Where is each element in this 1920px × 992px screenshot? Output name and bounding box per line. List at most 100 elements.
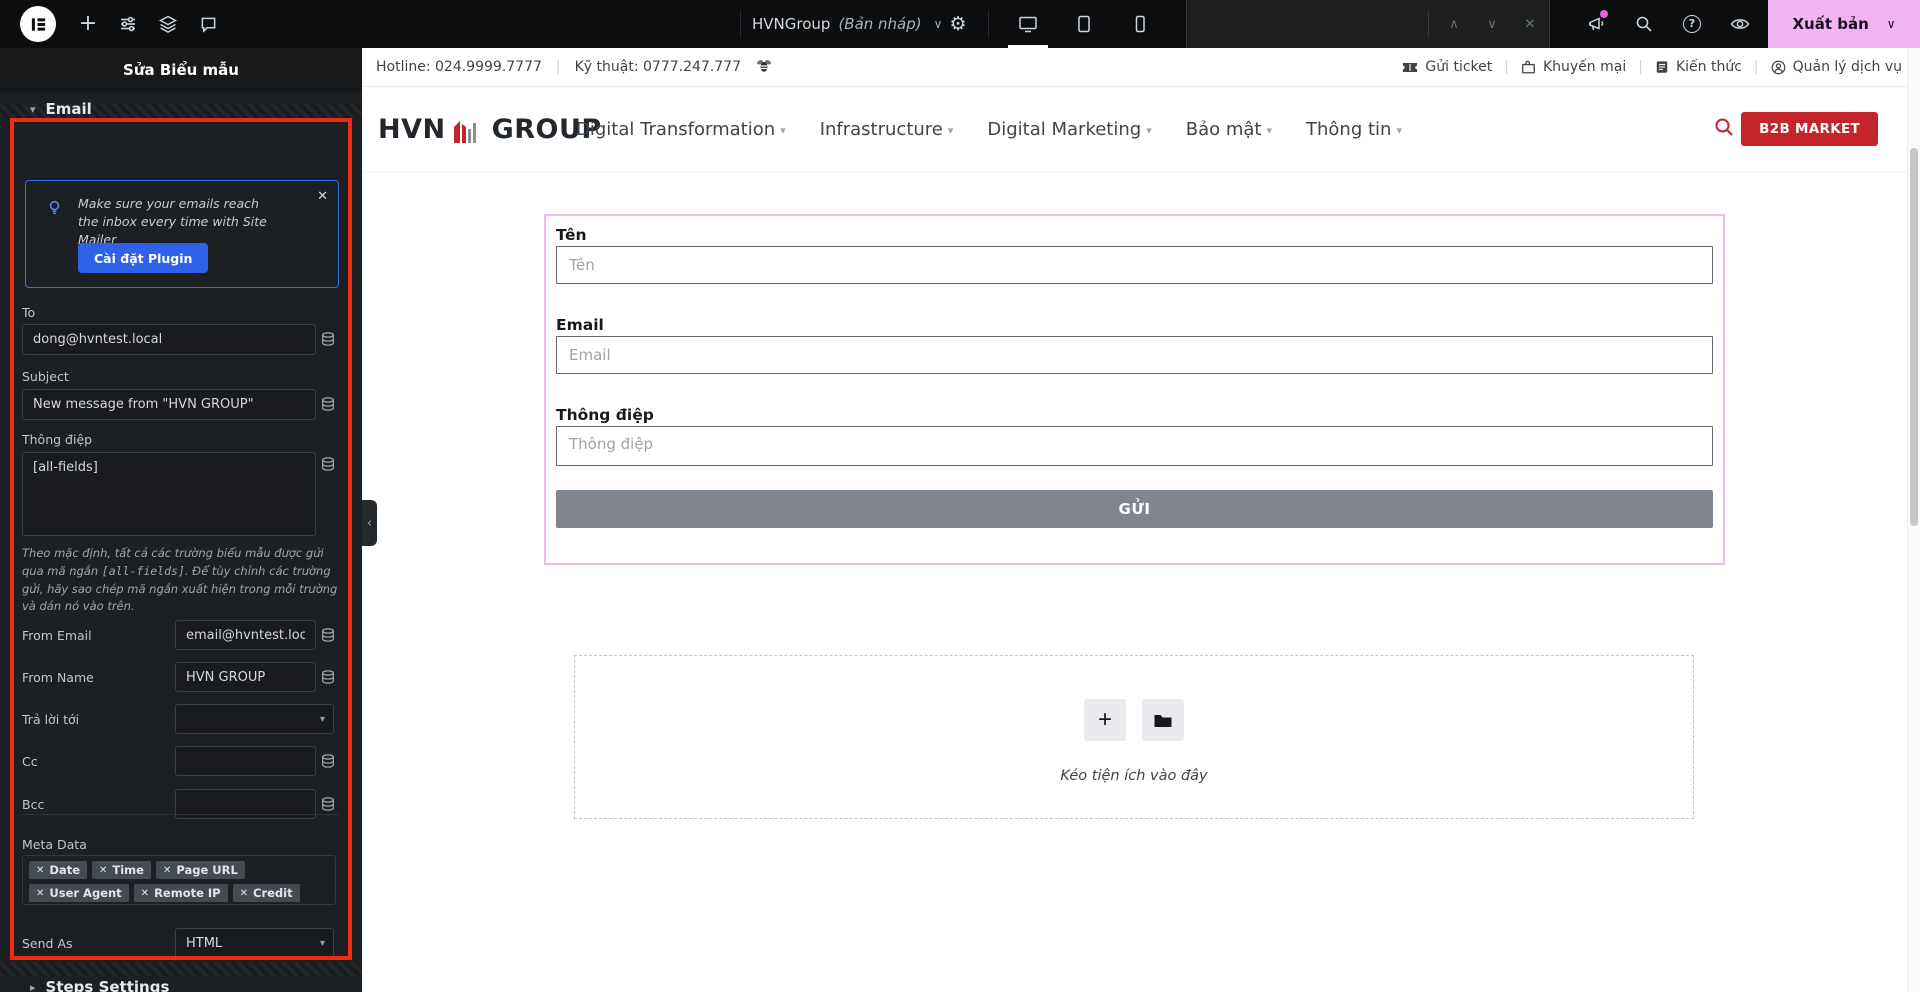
subject-input[interactable] bbox=[22, 389, 316, 420]
form-message-label: Thông điệp bbox=[556, 406, 654, 424]
link-send-ticket[interactable]: Gửi ticket bbox=[1402, 59, 1492, 75]
document-settings-button[interactable]: ⚙ bbox=[938, 0, 978, 48]
site-settings-button[interactable] bbox=[108, 0, 148, 48]
meta-tag[interactable]: ✕ Page URL bbox=[155, 861, 245, 879]
drop-hint-text: Kéo tiện ích vào đây bbox=[1060, 768, 1208, 784]
nav-item-info[interactable]: Thông tin ▾ bbox=[1306, 119, 1402, 140]
from-name-label: From Name bbox=[22, 670, 94, 685]
bee-icon bbox=[755, 57, 773, 77]
meta-tag[interactable]: ✕ Date bbox=[29, 861, 87, 879]
meta-data-tags[interactable]: ✕ Date ✕ Time ✕ Page URL ✕ User Agent ✕ Remot… bbox=[22, 855, 336, 905]
from-email-input[interactable] bbox=[175, 620, 316, 650]
main-nav: Digital Transformation ▾ Infrastructure ▾ … bbox=[576, 119, 1402, 140]
b2b-market-button[interactable]: B2B MARKET bbox=[1741, 112, 1878, 146]
link-promotions[interactable]: Khuyến mại bbox=[1521, 59, 1626, 75]
topbar-divider bbox=[988, 10, 989, 38]
chevron-down-icon: ▾ bbox=[780, 123, 786, 137]
meta-tag[interactable]: ✕ Time bbox=[92, 861, 151, 879]
link-knowledge[interactable]: Kiến thức bbox=[1655, 59, 1742, 75]
ticket-icon bbox=[1403, 62, 1418, 72]
document-status: (Bản nháp) bbox=[838, 15, 922, 33]
meta-tag[interactable]: ✕ Remote IP bbox=[133, 884, 228, 902]
dynamic-tags-icon[interactable] bbox=[320, 753, 336, 773]
divider: | bbox=[1504, 59, 1509, 75]
install-plugin-button[interactable]: Cài đặt Plugin bbox=[78, 243, 209, 273]
reply-to-select[interactable]: ▾ bbox=[175, 704, 334, 734]
layers-icon bbox=[159, 15, 177, 33]
close-icon: ✕ bbox=[1524, 16, 1536, 32]
section-steps-settings-header[interactable]: ▸ Steps Settings bbox=[30, 978, 169, 992]
help-button[interactable]: ? bbox=[1668, 0, 1716, 48]
site-header: HVN GROUP Digital Transformation ▾ Infras… bbox=[362, 87, 1920, 171]
chevron-down-icon: ∨ bbox=[1487, 16, 1497, 32]
form-message-textarea[interactable] bbox=[556, 426, 1713, 466]
remove-tag-icon[interactable]: ✕ bbox=[36, 888, 44, 899]
scrollbar-thumb[interactable] bbox=[1910, 148, 1918, 526]
form-email-label: Email bbox=[556, 316, 604, 334]
comment-icon bbox=[201, 17, 215, 33]
to-input[interactable] bbox=[22, 324, 316, 355]
template-library-button[interactable] bbox=[1142, 699, 1184, 741]
find-previous-button[interactable]: ∧ bbox=[1435, 17, 1473, 32]
caret-down-icon: ▾ bbox=[30, 102, 36, 116]
publish-button[interactable]: Xuất bản ∨ bbox=[1768, 0, 1920, 48]
message-label: Thông điệp bbox=[22, 432, 93, 447]
document-switcher[interactable]: HVNGroup (Bản nháp) ∨ bbox=[752, 0, 942, 48]
remove-tag-icon[interactable]: ✕ bbox=[141, 888, 149, 899]
message-textarea[interactable] bbox=[22, 452, 316, 536]
add-element-button[interactable]: + bbox=[68, 0, 108, 48]
from-name-input[interactable] bbox=[175, 662, 316, 692]
whats-new-button[interactable] bbox=[1572, 0, 1620, 48]
finder-search-button[interactable] bbox=[1620, 0, 1668, 48]
dynamic-tags-icon[interactable] bbox=[320, 396, 336, 416]
promo-close-icon[interactable]: ✕ bbox=[317, 189, 328, 204]
form-widget-selected[interactable]: Tên Email Thông điệp GỬI bbox=[544, 214, 1725, 565]
cc-input[interactable] bbox=[175, 746, 316, 776]
logo-chart-icon bbox=[453, 121, 476, 143]
dynamic-tags-icon[interactable] bbox=[320, 669, 336, 689]
send-as-select[interactable]: HTML ▾ bbox=[175, 928, 334, 958]
help-icon: ? bbox=[1683, 15, 1701, 33]
widget-drop-area[interactable]: + Kéo tiện ích vào đây bbox=[574, 655, 1694, 819]
device-mobile-button[interactable] bbox=[1112, 0, 1168, 48]
remove-tag-icon[interactable]: ✕ bbox=[36, 865, 44, 876]
dynamic-tags-icon[interactable] bbox=[320, 331, 336, 351]
elementor-logo[interactable] bbox=[20, 6, 56, 42]
nav-item-infrastructure[interactable]: Infrastructure ▾ bbox=[820, 119, 954, 140]
add-widget-button[interactable]: + bbox=[1084, 699, 1126, 741]
shortcode-text: [all-fields] bbox=[101, 563, 185, 578]
device-desktop-button[interactable] bbox=[1000, 0, 1056, 48]
nav-item-digital-marketing[interactable]: Digital Marketing ▾ bbox=[987, 119, 1151, 140]
nav-item-digital-transformation[interactable]: Digital Transformation ▾ bbox=[576, 119, 786, 140]
dynamic-tags-icon[interactable] bbox=[320, 456, 336, 476]
dynamic-tags-icon[interactable] bbox=[320, 796, 336, 816]
remove-tag-icon[interactable]: ✕ bbox=[99, 865, 107, 876]
page-scrollbar[interactable] bbox=[1907, 48, 1920, 992]
nav-item-security[interactable]: Bảo mật ▾ bbox=[1186, 119, 1272, 140]
subject-label: Subject bbox=[22, 369, 69, 384]
form-submit-button[interactable]: GỬI bbox=[556, 490, 1713, 528]
structure-navigator-button[interactable] bbox=[148, 0, 188, 48]
remove-tag-icon[interactable]: ✕ bbox=[240, 888, 248, 899]
dynamic-tags-icon[interactable] bbox=[320, 627, 336, 647]
find-close-button[interactable]: ✕ bbox=[1511, 17, 1549, 32]
send-as-label: Send As bbox=[22, 936, 73, 951]
remove-tag-icon[interactable]: ✕ bbox=[163, 865, 171, 876]
preview-changes-button[interactable] bbox=[1716, 0, 1764, 48]
find-next-button[interactable]: ∨ bbox=[1473, 17, 1511, 32]
search-icon bbox=[1715, 118, 1733, 136]
form-email-input[interactable] bbox=[556, 336, 1713, 374]
meta-tag[interactable]: ✕ User Agent bbox=[29, 884, 129, 902]
site-logo[interactable]: HVN GROUP bbox=[378, 115, 602, 143]
user-circle-icon bbox=[1771, 60, 1785, 74]
panel-collapse-handle[interactable]: ‹ bbox=[362, 500, 377, 546]
plus-icon: + bbox=[1097, 706, 1112, 733]
notes-button[interactable] bbox=[188, 0, 228, 48]
divider: | bbox=[1753, 59, 1759, 75]
site-search-button[interactable] bbox=[1714, 117, 1734, 141]
meta-tag[interactable]: ✕ Credit bbox=[232, 884, 300, 902]
link-service-management[interactable]: Quản lý dịch vụ bbox=[1771, 59, 1902, 75]
device-tablet-button[interactable] bbox=[1056, 0, 1112, 48]
form-name-input[interactable] bbox=[556, 246, 1713, 284]
section-email-header[interactable]: ▾ Email bbox=[30, 100, 92, 118]
